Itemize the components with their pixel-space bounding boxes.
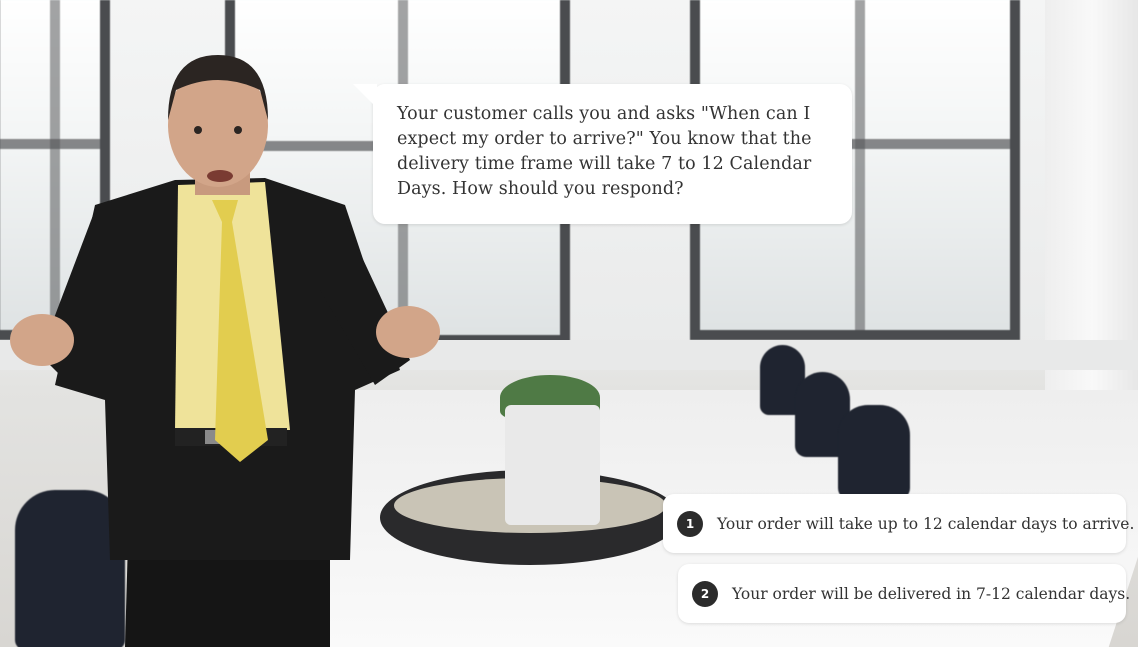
option-label: Your order will be delivered in 7-12 cal… <box>732 584 1131 603</box>
vase <box>505 405 600 525</box>
speech-bubble: Your customer calls you and asks "When c… <box>353 84 852 224</box>
speech-bubble-tail <box>353 84 377 108</box>
chair <box>838 405 910 500</box>
answer-option-1[interactable]: 1 Your order will take up to 12 calendar… <box>663 494 1134 553</box>
option-number-badge: 1 <box>677 510 703 537</box>
answer-option-2[interactable]: 2 Your order will be delivered in 7-12 c… <box>678 564 1130 623</box>
scenario-question: Your customer calls you and asks "When c… <box>397 104 812 199</box>
option-number-badge: 2 <box>692 580 718 607</box>
option-label: Your order will take up to 12 calendar d… <box>717 514 1135 533</box>
